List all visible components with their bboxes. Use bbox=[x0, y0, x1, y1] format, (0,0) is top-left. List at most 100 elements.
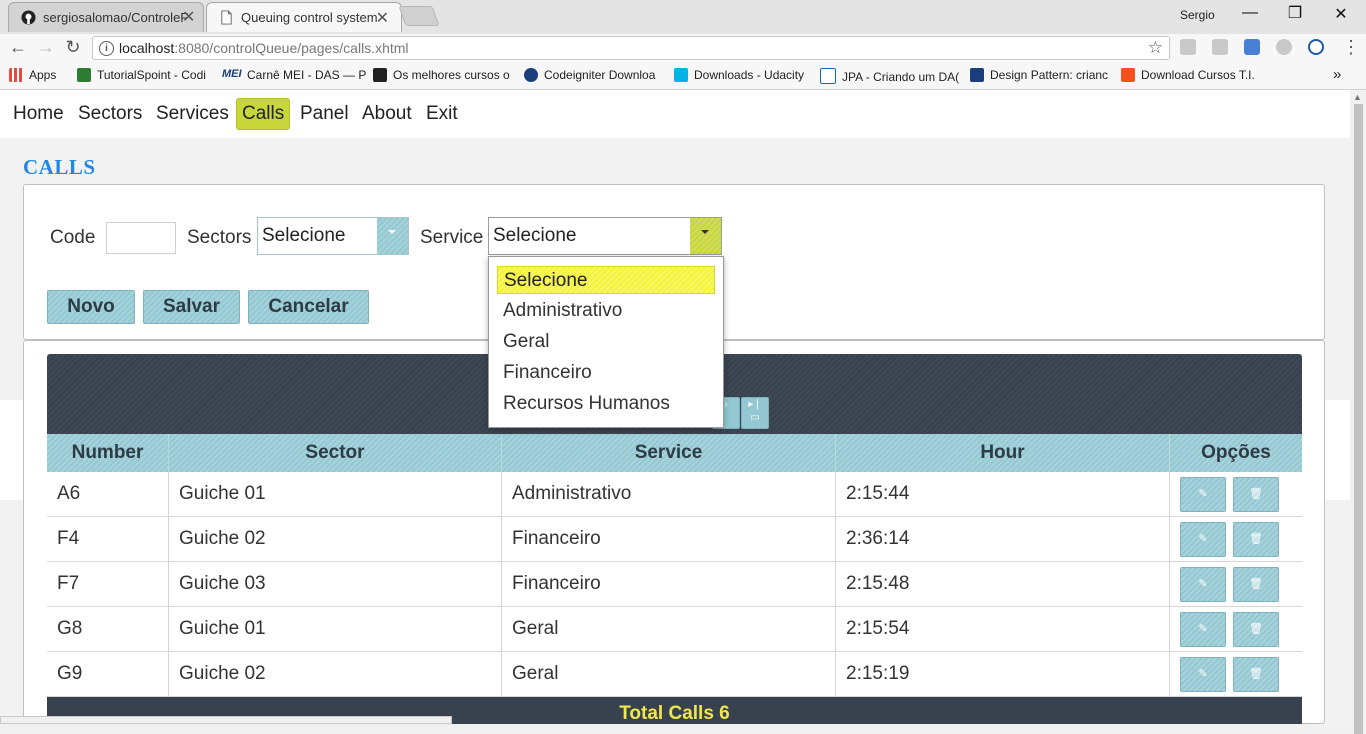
bookmark-icon bbox=[373, 68, 387, 82]
url-text: localhost:8080/controlQueue/pages/calls.… bbox=[119, 40, 409, 56]
service-select-value: Selecione bbox=[493, 225, 577, 246]
delete-icon[interactable]: 🗑 bbox=[1233, 477, 1279, 512]
minimize-icon[interactable]: — bbox=[1238, 4, 1262, 22]
bookmark-item[interactable]: Download Cursos T.I. bbox=[1121, 68, 1255, 82]
back-icon[interactable]: ← bbox=[8, 37, 28, 58]
edit-icon[interactable]: ✎ bbox=[1180, 612, 1226, 647]
restore-icon[interactable]: ❐ bbox=[1283, 3, 1307, 23]
bookmark-item[interactable]: Os melhores cursos o bbox=[373, 68, 510, 82]
menu-home[interactable]: Home bbox=[13, 103, 64, 125]
forward-icon[interactable]: → bbox=[36, 37, 56, 58]
menu-panel[interactable]: Panel bbox=[300, 103, 349, 125]
blogger-icon bbox=[1121, 68, 1135, 82]
cell-service: Geral bbox=[502, 652, 836, 696]
cell-number: A6 bbox=[47, 472, 169, 516]
service-select[interactable]: Selecione bbox=[488, 217, 722, 255]
menu-sectors[interactable]: Sectors bbox=[78, 103, 142, 125]
menu-about[interactable]: About bbox=[362, 103, 412, 125]
dropbox-icon[interactable] bbox=[1180, 39, 1196, 55]
tab-title: Queuing control system bbox=[241, 10, 378, 25]
option-financeiro[interactable]: Financeiro bbox=[497, 359, 715, 387]
menu-exit[interactable]: Exit bbox=[426, 103, 458, 125]
translate-icon[interactable] bbox=[1244, 39, 1260, 55]
cell-sector: Guiche 02 bbox=[169, 517, 502, 561]
extension-icon[interactable] bbox=[1276, 39, 1292, 55]
edit-icon[interactable]: ✎ bbox=[1180, 657, 1226, 692]
cell-service: Financeiro bbox=[502, 517, 836, 561]
profile-name[interactable]: Sergio bbox=[1180, 8, 1215, 22]
info-icon[interactable]: i bbox=[99, 41, 114, 56]
option-administrativo[interactable]: Administrativo bbox=[497, 297, 715, 325]
menu-icon[interactable]: ⋮ bbox=[1342, 37, 1360, 58]
cell-sector: Guiche 03 bbox=[169, 562, 502, 606]
option-geral[interactable]: Geral bbox=[497, 328, 715, 356]
bookmark-item[interactable]: JPA - Criando um DA( bbox=[820, 68, 959, 84]
cell-number: G9 bbox=[47, 652, 169, 696]
close-tab-icon[interactable]: ✕ bbox=[182, 7, 195, 27]
code-input[interactable] bbox=[106, 222, 176, 254]
close-tab-icon[interactable]: ✕ bbox=[376, 8, 389, 28]
option-recursos-humanos[interactable]: Recursos Humanos bbox=[497, 390, 715, 418]
delete-icon[interactable]: 🗑 bbox=[1233, 612, 1279, 647]
edit-icon[interactable]: ✎ bbox=[1180, 477, 1226, 512]
sectors-select[interactable]: Selecione bbox=[257, 217, 409, 255]
bookmark-icon bbox=[524, 68, 538, 82]
page-icon bbox=[221, 10, 232, 25]
bookmark-icon bbox=[970, 68, 984, 82]
browser-tab-bar bbox=[0, 0, 1366, 34]
cell-number: F4 bbox=[47, 517, 169, 561]
address-bar[interactable]: i localhost:8080/controlQueue/pages/call… bbox=[92, 36, 1170, 60]
bookmark-mei-icon[interactable]: MEI bbox=[222, 68, 242, 80]
cell-hour: 2:36:14 bbox=[836, 517, 1170, 561]
column-header-sector[interactable]: Sector bbox=[169, 434, 502, 472]
chevron-down-icon bbox=[388, 230, 396, 234]
browser-tab-github[interactable]: sergiosalomao/ControleF bbox=[8, 2, 204, 32]
cell-sector: Guiche 02 bbox=[169, 652, 502, 696]
last-page-button[interactable]: ▸❘ ▭ bbox=[741, 397, 769, 429]
service-label: Service bbox=[420, 227, 484, 248]
bookmark-item[interactable]: Downloads - Udacity bbox=[674, 68, 804, 82]
delete-icon[interactable]: 🗑 bbox=[1233, 522, 1279, 557]
delete-icon[interactable]: 🗑 bbox=[1233, 657, 1279, 692]
save-button[interactable]: Salvar bbox=[143, 290, 240, 324]
cell-service: Financeiro bbox=[502, 562, 836, 606]
option-selecione[interactable]: Selecione bbox=[497, 266, 715, 294]
cancel-button[interactable]: Cancelar bbox=[248, 290, 369, 324]
reload-icon[interactable]: ↻ bbox=[63, 37, 83, 58]
bookmark-item[interactable]: Codeigniter Downloa bbox=[524, 68, 655, 82]
table-row: A6 Guiche 01 Administrativo 2:15:44 ✎ 🗑 bbox=[47, 472, 1302, 517]
play-icon[interactable] bbox=[1308, 39, 1324, 55]
cell-hour: 2:15:54 bbox=[836, 607, 1170, 651]
page-scrollbar[interactable]: ▲ bbox=[1350, 90, 1366, 734]
new-button[interactable]: Novo bbox=[47, 290, 135, 324]
cell-number: F7 bbox=[47, 562, 169, 606]
bookmark-item[interactable]: Design Pattern: crianc bbox=[970, 68, 1108, 82]
status-bar bbox=[0, 716, 452, 724]
more-bookmarks-icon[interactable]: » bbox=[1333, 66, 1341, 83]
service-select-trigger[interactable] bbox=[690, 218, 721, 254]
edit-icon[interactable]: ✎ bbox=[1180, 567, 1226, 602]
scroll-up-icon: ▲ bbox=[1353, 92, 1362, 102]
bookmark-icon bbox=[77, 68, 91, 82]
bookmark-apps[interactable]: Apps bbox=[9, 68, 56, 82]
close-window-icon[interactable]: ✕ bbox=[1329, 4, 1353, 24]
bookmark-star-icon[interactable]: ☆ bbox=[1148, 38, 1163, 58]
sectors-label: Sectors bbox=[187, 227, 252, 248]
menu-services[interactable]: Services bbox=[156, 103, 229, 125]
pdf-icon[interactable] bbox=[1212, 39, 1228, 55]
browser-tab-active[interactable]: Queuing control system ✕ bbox=[206, 2, 402, 32]
bookmark-item[interactable]: TutorialSpoint - Codi bbox=[77, 68, 206, 82]
bookmark-item[interactable]: Carnê MEI - DAS — P bbox=[247, 68, 366, 82]
column-header-service[interactable]: Service bbox=[502, 434, 836, 472]
delete-icon[interactable]: 🗑 bbox=[1233, 567, 1279, 602]
service-dropdown-list: Selecione Administrativo Geral Financeir… bbox=[488, 256, 724, 428]
edit-icon[interactable]: ✎ bbox=[1180, 522, 1226, 557]
new-tab-button[interactable] bbox=[398, 6, 440, 26]
menu-calls[interactable]: Calls bbox=[236, 98, 291, 130]
sectors-select-value: Selecione bbox=[262, 225, 346, 246]
github-icon bbox=[21, 10, 36, 25]
column-header-number[interactable]: Number bbox=[47, 434, 169, 472]
page-title: CALLS bbox=[23, 155, 96, 179]
column-header-hour[interactable]: Hour bbox=[836, 434, 1170, 472]
sectors-select-trigger[interactable] bbox=[377, 218, 408, 254]
